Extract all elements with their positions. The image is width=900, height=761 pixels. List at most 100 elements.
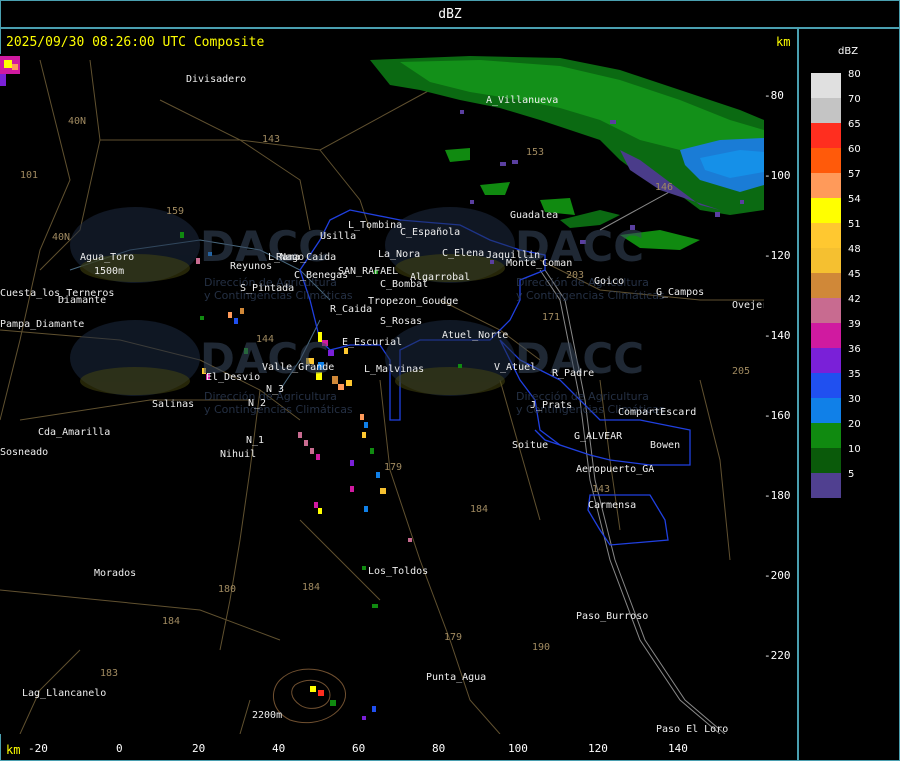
- legend-swatch: [811, 273, 841, 298]
- legend-value: 60: [848, 144, 861, 155]
- composite-timestamp: 2025/09/30 08:26:00 UTC Composite: [6, 35, 265, 50]
- route-label: 205: [732, 366, 751, 377]
- place-label: Monte_Coman: [506, 258, 573, 269]
- legend-swatch: [811, 398, 841, 423]
- place-label: Paso_El_Loro: [656, 724, 729, 734]
- place-label: Agua_Toro: [80, 252, 135, 263]
- x-tick: 120: [588, 742, 608, 755]
- place-label: Pampa_Diamante: [0, 319, 85, 330]
- route-label: 153: [526, 147, 545, 158]
- x-tick: 0: [116, 742, 123, 755]
- place-label: S_Pintada: [240, 283, 295, 294]
- place-label: Salinas: [152, 399, 195, 410]
- legend-swatch: [811, 198, 841, 223]
- legend-value: 57: [848, 169, 861, 180]
- place-label: C_Española: [400, 227, 461, 238]
- legend-swatch: [811, 173, 841, 198]
- route-label: 159: [166, 206, 185, 217]
- radar-echoes-cells: [0, 56, 462, 720]
- place-label: Guadalea: [510, 210, 559, 221]
- place-label: Divisadero: [186, 74, 247, 85]
- route-label: 179: [384, 462, 403, 473]
- legend-value: 65: [848, 119, 861, 130]
- legend-swatch: [811, 123, 841, 148]
- place-label: R_Caida: [330, 304, 373, 315]
- legend-swatch: [811, 248, 841, 273]
- route-label: 40N: [68, 116, 87, 127]
- place-label: Goico: [594, 276, 625, 287]
- route-label: 190: [532, 642, 551, 653]
- x-tick: 140: [668, 742, 688, 755]
- x-tick: -20: [28, 742, 48, 755]
- title-bar: dBZ: [0, 0, 900, 28]
- x-tick: 100: [508, 742, 528, 755]
- place-label: C_Elena: [442, 248, 485, 259]
- place-label: 2200m: [252, 710, 283, 721]
- legend-swatch: [811, 73, 841, 98]
- place-label: Punta_Agua: [426, 672, 487, 683]
- place-label: La_Nora: [378, 249, 421, 260]
- legend-value: 70: [848, 94, 861, 105]
- legend-value: 10: [848, 444, 861, 455]
- y-tick: -120: [764, 249, 791, 262]
- route-label: 183: [100, 668, 119, 679]
- legend-swatch: [811, 323, 841, 348]
- contour-lines: [272, 668, 346, 724]
- place-label: Aeropuerto_GA: [576, 464, 655, 475]
- route-label: 180: [218, 584, 237, 595]
- place-label: Valle_Grande: [262, 362, 335, 373]
- place-label: Soitue: [512, 440, 549, 451]
- place-label: L_Tombina: [348, 220, 403, 231]
- place-label: C_Bombal: [380, 279, 429, 290]
- route-label: 143: [262, 134, 281, 145]
- route-label: 146: [655, 182, 674, 193]
- place-label: CompartEscard: [618, 407, 697, 418]
- y-tick: -180: [764, 489, 791, 502]
- place-label: L_Malvinas: [364, 364, 425, 375]
- legend-swatch: [811, 223, 841, 248]
- x-tick: 80: [432, 742, 446, 755]
- legend-swatch: [811, 298, 841, 323]
- place-label: G_ALVEAR: [574, 431, 623, 442]
- place-label: S_Rosas: [380, 316, 423, 327]
- route-label: 179: [444, 632, 463, 643]
- place-label: Sosneado: [0, 447, 49, 458]
- legend-value: 42: [848, 294, 861, 305]
- route-label: 144: [256, 334, 275, 345]
- legend-swatch: [811, 423, 841, 448]
- y-tick: -140: [764, 329, 791, 342]
- place-label: L_Nago: [268, 252, 305, 263]
- place-label: Ovejeria: [732, 300, 764, 311]
- radar-map[interactable]: DACC DACC DACC DACC Dirección de Agricul…: [0, 54, 764, 734]
- legend-value: 45: [848, 269, 861, 280]
- legend-value: 20: [848, 419, 861, 430]
- place-label: Tropezon_Goudge: [368, 296, 459, 307]
- place-label: 1500m: [94, 266, 125, 277]
- x-axis-unit: km: [6, 743, 21, 757]
- place-label: Atuel_Norte: [442, 330, 509, 341]
- route-label: 184: [470, 504, 489, 515]
- place-label: Carmensa: [588, 500, 637, 511]
- legend-value: 48: [848, 244, 861, 255]
- place-label: E_Escurial: [342, 337, 403, 348]
- place-label: A_Villanueva: [486, 95, 559, 106]
- legend-value: 35: [848, 369, 861, 380]
- place-label: J_Prats: [530, 400, 573, 411]
- legend-swatch: [811, 373, 841, 398]
- y-tick: -200: [764, 569, 791, 582]
- legend-swatch: [811, 348, 841, 373]
- place-label: N_2: [248, 398, 267, 409]
- place-label: SAN_RAFAEL: [338, 266, 399, 277]
- legend-value: 54: [848, 194, 861, 205]
- y-tick: -80: [764, 89, 784, 102]
- place-label: Diamante: [58, 295, 107, 306]
- y-tick: -100: [764, 169, 791, 182]
- x-tick: 40: [272, 742, 286, 755]
- place-label: N_1: [246, 435, 265, 446]
- watermark-subtitle-3: Dirección de Agricultura y Contingencias …: [516, 276, 665, 302]
- x-tick: 20: [192, 742, 206, 755]
- legend-value: 36: [848, 344, 861, 355]
- route-label: 40N: [52, 232, 71, 243]
- y-tick: -220: [764, 649, 791, 662]
- legend-swatch: [811, 448, 841, 473]
